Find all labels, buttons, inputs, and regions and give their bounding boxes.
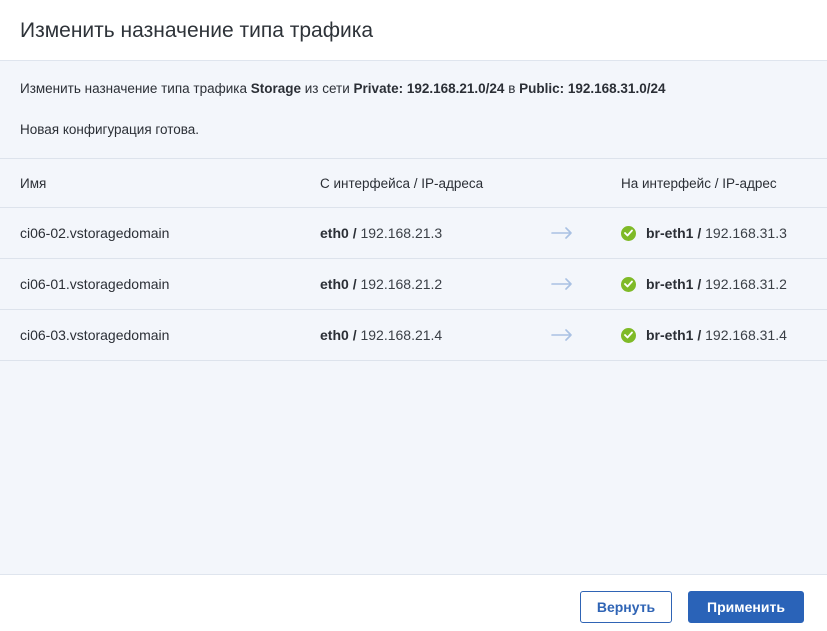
status-message: Новая конфигурация готова.: [20, 122, 200, 137]
intro-to-label: в: [508, 81, 516, 96]
table-row: ci06-03.vstoragedomain eth0 / 192.168.21…: [0, 309, 827, 361]
to-interface-cell: br-eth1 / 192.168.31.4: [621, 310, 787, 360]
check-circle-icon: [621, 276, 636, 292]
node-name: ci06-02.vstoragedomain: [20, 225, 170, 241]
intro-traffic-type: Storage: [250, 81, 301, 96]
separator: /: [697, 225, 702, 241]
apply-button[interactable]: Применить: [688, 591, 804, 623]
from-interface: eth0: [320, 225, 349, 241]
column-header-from: С интерфейса / IP-адреса: [320, 175, 484, 191]
arrow-right-icon: [551, 259, 573, 309]
to-interface: br-eth1: [646, 225, 694, 241]
separator: /: [697, 327, 702, 343]
table-header-row: Имя С интерфейса / IP-адреса На интерфей…: [0, 158, 827, 207]
intro-from-label: из сети: [304, 81, 350, 96]
dialog-title: Изменить назначение типа трафика: [20, 19, 374, 42]
from-ip: 192.168.21.4: [360, 327, 443, 343]
node-name: ci06-03.vstoragedomain: [20, 327, 170, 343]
intro-to-network: Public: 192.168.31.0/24: [519, 81, 666, 96]
table-row: ci06-01.vstoragedomain eth0 / 192.168.21…: [0, 258, 827, 309]
to-ip: 192.168.31.3: [705, 225, 787, 241]
intro-prefix: Изменить назначение типа трафика: [20, 81, 247, 96]
separator: /: [697, 276, 702, 292]
from-interface-cell: eth0 / 192.168.21.2: [320, 259, 442, 309]
from-interface: eth0: [320, 276, 349, 292]
separator: /: [352, 276, 357, 292]
from-interface-cell: eth0 / 192.168.21.4: [320, 310, 442, 360]
from-interface: eth0: [320, 327, 349, 343]
arrow-right-icon: [551, 310, 573, 360]
separator: /: [352, 327, 357, 343]
dialog-body: Изменить назначение типа трафика Storage…: [0, 61, 827, 574]
from-ip: 192.168.21.3: [360, 225, 443, 241]
to-interface: br-eth1: [646, 276, 694, 292]
intro-text: Изменить назначение типа трафика Storage…: [20, 81, 665, 96]
to-interface-cell: br-eth1 / 192.168.31.2: [621, 259, 787, 309]
column-header-name: Имя: [20, 175, 47, 191]
table-row: ci06-02.vstoragedomain eth0 / 192.168.21…: [0, 207, 827, 258]
separator: /: [352, 225, 357, 241]
to-ip: 192.168.31.2: [705, 276, 787, 292]
dialog-footer: Вернуть Применить: [0, 574, 827, 631]
intro-from-network: Private: 192.168.21.0/24: [353, 81, 505, 96]
to-ip: 192.168.31.4: [705, 327, 787, 343]
column-header-to: На интерфейс / IP-адрес: [621, 175, 777, 191]
change-traffic-type-dialog: Изменить назначение типа трафика Изменит…: [0, 0, 827, 631]
arrow-right-icon: [551, 208, 573, 258]
to-interface: br-eth1: [646, 327, 694, 343]
check-circle-icon: [621, 225, 636, 241]
from-ip: 192.168.21.2: [360, 276, 443, 292]
to-interface-cell: br-eth1 / 192.168.31.3: [621, 208, 787, 258]
from-interface-cell: eth0 / 192.168.21.3: [320, 208, 442, 258]
dialog-header: Изменить назначение типа трафика: [0, 0, 827, 61]
revert-button[interactable]: Вернуть: [580, 591, 672, 623]
reassignment-table: Имя С интерфейса / IP-адреса На интерфей…: [0, 158, 827, 361]
node-name: ci06-01.vstoragedomain: [20, 276, 170, 292]
check-circle-icon: [621, 327, 636, 343]
